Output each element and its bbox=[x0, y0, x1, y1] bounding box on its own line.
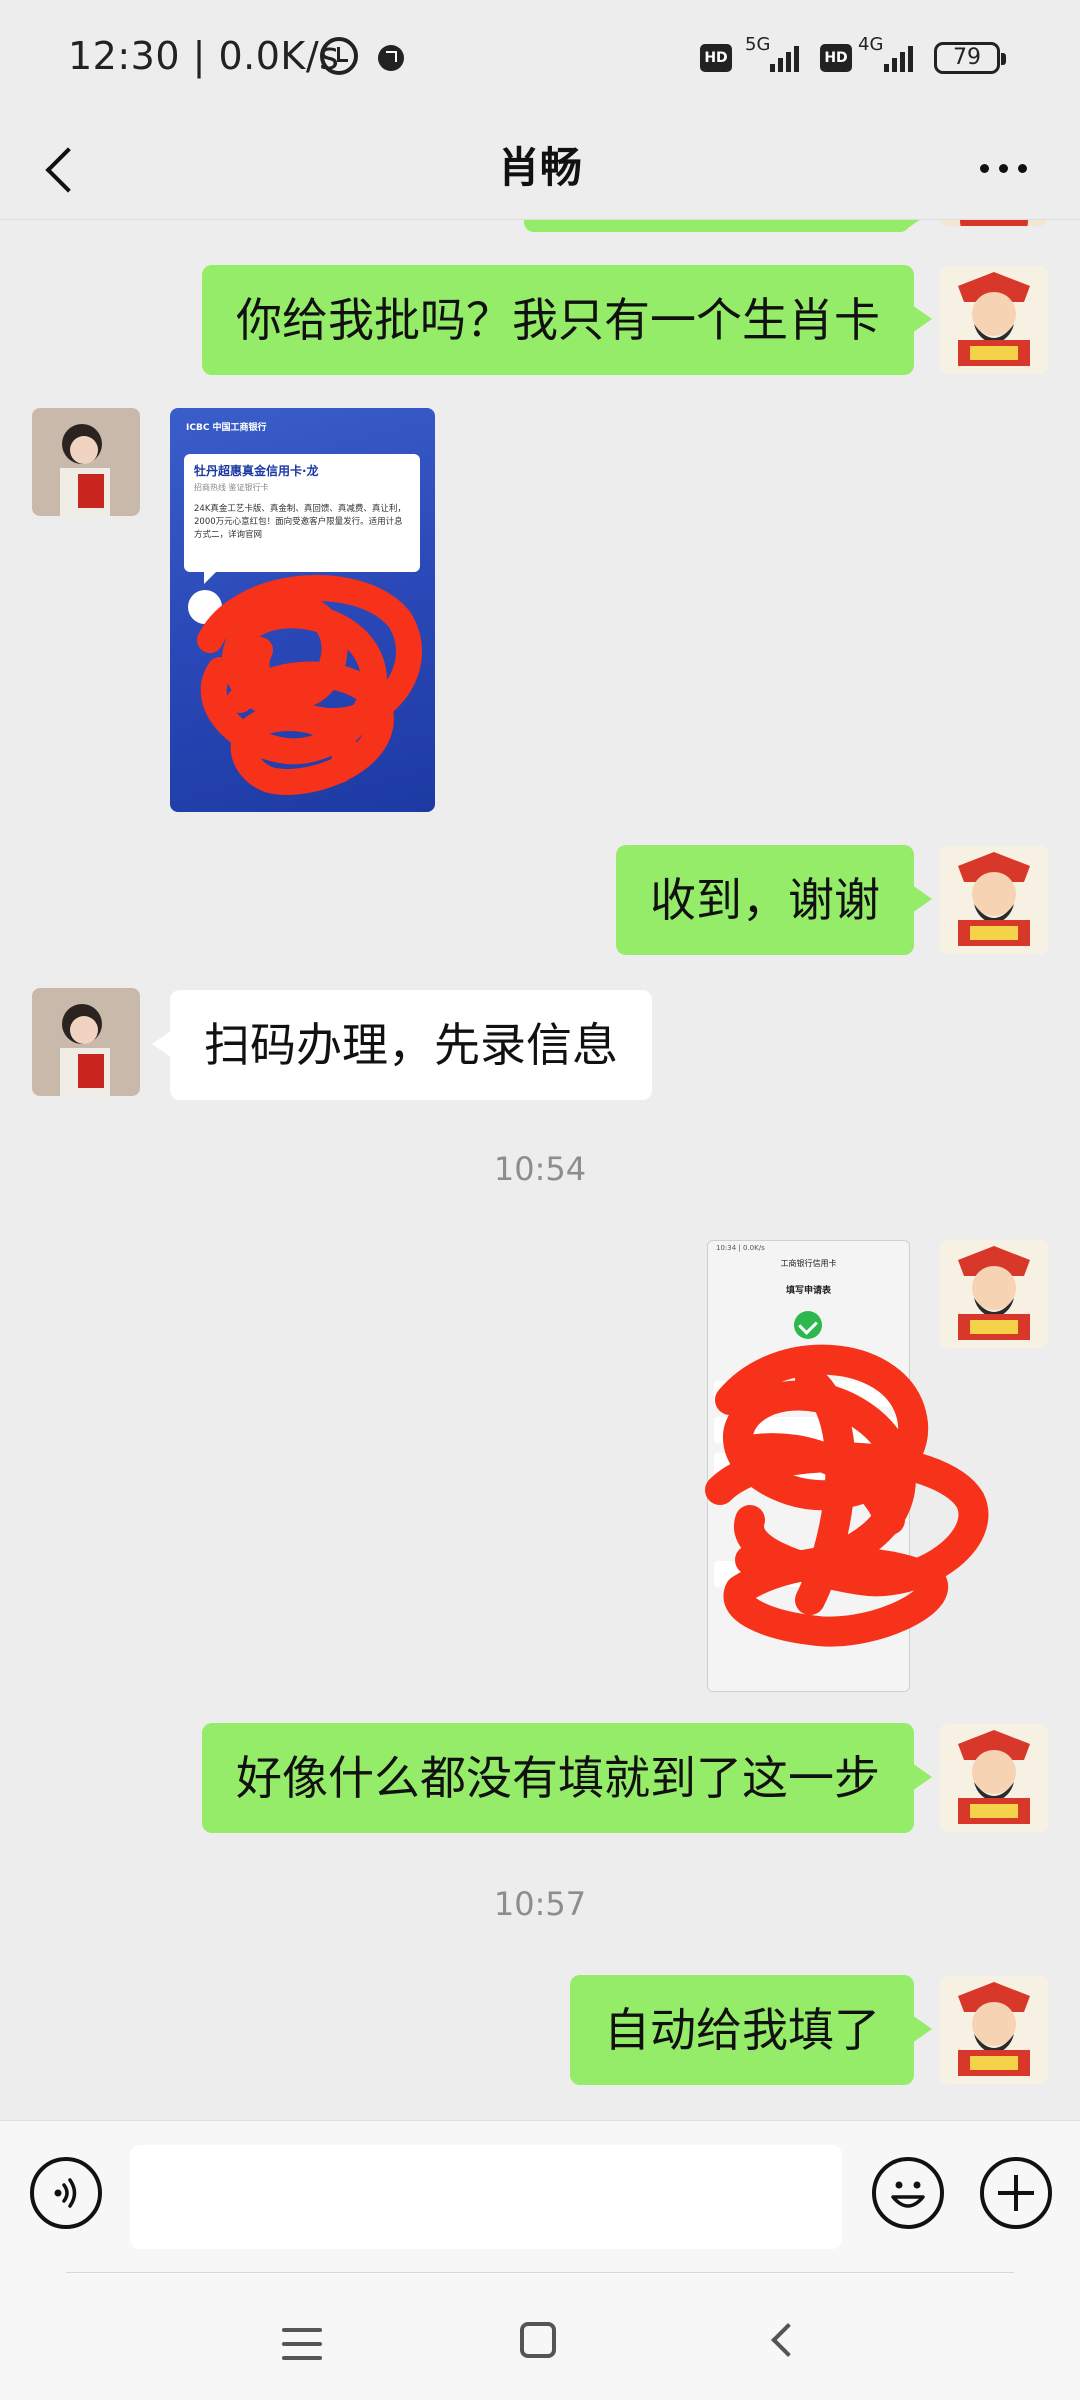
menu-icon bbox=[282, 2328, 322, 2332]
shot-row bbox=[714, 1381, 902, 1407]
contact-avatar[interactable] bbox=[32, 408, 140, 516]
network-4g-label: 4G bbox=[858, 34, 884, 55]
timestamp: 10:54 bbox=[493, 1150, 587, 1188]
chat-list[interactable]: 你给我批吗？我只有一个生肖卡 ICBC 中国工商银行 牡丹超惠真金信用卡·龙 招… bbox=[0, 160, 1080, 2120]
card-info-panel: 牡丹超惠真金信用卡·龙 招商热线 鉴证银行卡 24K真金工艺卡版、真金制、真回馈… bbox=[184, 454, 420, 584]
message-bubble[interactable]: 收到，谢谢 bbox=[616, 845, 932, 955]
message-bubble[interactable]: 自动给我填了 bbox=[570, 1975, 932, 2085]
my-avatar[interactable] bbox=[940, 846, 1048, 954]
contact-avatar[interactable] bbox=[32, 988, 140, 1096]
signal-icon bbox=[770, 42, 799, 72]
shot-success-text: 提交成功 bbox=[788, 1349, 829, 1360]
avatar-image bbox=[940, 846, 1048, 954]
card-title: 牡丹超惠真金信用卡·龙 bbox=[194, 464, 319, 478]
battery-icon: 79 bbox=[934, 42, 1006, 74]
voice-button[interactable] bbox=[30, 2157, 102, 2229]
timestamp: 10:57 bbox=[493, 1885, 587, 1923]
shot-row bbox=[714, 1417, 902, 1443]
card-body: 24K真金工艺卡版、真金制、真回馈、真减费、真让利，2000万元心意红包！面向受… bbox=[194, 504, 406, 540]
more-button[interactable] bbox=[974, 142, 1034, 192]
plus-button[interactable] bbox=[980, 2157, 1052, 2229]
signal-icon bbox=[884, 42, 913, 72]
bank-name: ICBC 中国工商银行 bbox=[186, 423, 267, 433]
message-bubble[interactable]: 好像什么都没有填就到了这一步 bbox=[202, 1723, 932, 1833]
nav-back-button[interactable] bbox=[766, 2324, 796, 2354]
more-dots-icon bbox=[980, 164, 989, 173]
shot-nav bbox=[708, 1671, 909, 1691]
back-button[interactable] bbox=[28, 132, 100, 204]
chat-header: 肖畅 bbox=[0, 118, 1080, 220]
menu-button[interactable] bbox=[282, 2328, 322, 2360]
assistant-avatar-icon bbox=[188, 590, 222, 624]
message-input[interactable] bbox=[130, 2145, 842, 2249]
avatar-image bbox=[940, 1240, 1048, 1348]
image-message-screenshot[interactable]: 10:34 | 0.0K/s 工商银行信用卡 填写申请表 提交成功 bbox=[707, 1240, 910, 1692]
chat-title: 肖畅 bbox=[497, 143, 582, 192]
card-subtitle: 招商热线 鉴证银行卡 bbox=[194, 483, 269, 492]
input-bar bbox=[0, 2120, 1080, 2272]
avatar-image bbox=[940, 266, 1048, 374]
my-avatar[interactable] bbox=[940, 1240, 1048, 1348]
avatar-image bbox=[940, 1724, 1048, 1832]
shot-title-bar: 工商银行信用卡 bbox=[780, 1259, 837, 1268]
system-nav-bar bbox=[0, 2272, 1080, 2400]
hd-badge-2: HD bbox=[820, 44, 852, 72]
emoji-button[interactable] bbox=[872, 2157, 944, 2229]
shot-row bbox=[714, 1453, 902, 1479]
status-bar: 12:30 | 0.0K/s HD 5G HD 4G 79 bbox=[0, 0, 1080, 118]
emoji-icon bbox=[891, 2181, 925, 2208]
avatar-image bbox=[32, 408, 140, 516]
home-button[interactable] bbox=[520, 2322, 556, 2358]
image-message-card[interactable]: ICBC 中国工商银行 牡丹超惠真金信用卡·龙 招商热线 鉴证银行卡 24K真金… bbox=[170, 408, 435, 812]
alarm-icon bbox=[320, 37, 358, 75]
my-avatar[interactable] bbox=[940, 1976, 1048, 2084]
my-avatar[interactable] bbox=[940, 1724, 1048, 1832]
my-avatar[interactable] bbox=[940, 266, 1048, 374]
shot-row bbox=[714, 1561, 902, 1587]
notification-icon bbox=[378, 45, 404, 71]
message-bubble[interactable]: 扫码办理，先录信息 bbox=[152, 990, 652, 1100]
shot-status: 10:34 | 0.0K/s bbox=[716, 1244, 765, 1252]
hd-badge-1: HD bbox=[700, 44, 732, 72]
message-bubble[interactable]: 你给我批吗？我只有一个生肖卡 bbox=[202, 265, 932, 375]
voice-icon bbox=[54, 2178, 77, 2208]
avatar-image bbox=[32, 988, 140, 1096]
avatar-image bbox=[940, 1976, 1048, 2084]
network-5g-label: 5G bbox=[745, 34, 771, 55]
status-time: 12:30 | 0.0K/s bbox=[68, 34, 340, 78]
check-icon bbox=[794, 1311, 822, 1339]
shot-page-title: 填写申请表 bbox=[785, 1286, 831, 1296]
divider bbox=[66, 2272, 1014, 2273]
